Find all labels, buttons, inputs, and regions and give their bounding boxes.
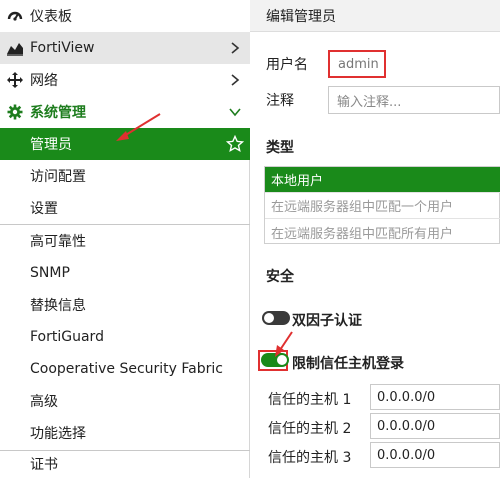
- type-option-label: 在远端服务器组中匹配一个用户: [271, 200, 454, 215]
- trusted-host-2-value: 0.0.0.0/0: [377, 418, 436, 434]
- sidebar-item-label: 系统管理: [30, 105, 86, 121]
- two-factor-toggle[interactable]: [262, 311, 290, 325]
- page-title: 编辑管理员: [250, 0, 500, 32]
- type-heading: 类型: [266, 140, 294, 156]
- sidebar-item-label: 网络: [30, 73, 58, 89]
- toggle-knob: [264, 313, 274, 323]
- edit-admin-panel: 编辑管理员 用户名 admin 注释 输入注释... 类型 本地用户 在远端服务…: [250, 0, 500, 478]
- trusted-host-3-value: 0.0.0.0/0: [377, 447, 436, 463]
- sidebar-item-label: Cooperative Security Fabric: [30, 361, 223, 377]
- sidebar-item-label: 替换信息: [30, 298, 86, 314]
- comment-placeholder: 输入注释...: [337, 94, 402, 110]
- sidebar-item-replacement-messages[interactable]: 替换信息: [0, 289, 250, 321]
- trusted-host-3-label: 信任的主机 3: [268, 450, 352, 466]
- sidebar-item-feature-select[interactable]: 功能选择: [0, 417, 250, 449]
- sidebar-item-fortiguard[interactable]: FortiGuard: [0, 321, 250, 353]
- dashboard-icon: [6, 7, 24, 25]
- type-option-label: 在远端服务器组中匹配所有用户: [271, 226, 454, 242]
- chevron-right-icon: [228, 73, 242, 87]
- star-icon[interactable]: [226, 135, 244, 153]
- app-root: 仪表板 FortiView 网络 系统管理 管理员 访问配置 设置 高可靠性 S…: [0, 0, 500, 478]
- sidebar-item-advanced[interactable]: 高级: [0, 385, 250, 417]
- sidebar-item-label: 设置: [30, 201, 58, 217]
- chevron-right-icon: [228, 41, 242, 55]
- annotation-arrow: [275, 331, 293, 357]
- security-heading: 安全: [266, 269, 294, 285]
- sidebar-item-label: 管理员: [30, 137, 72, 153]
- sidebar-item-settings[interactable]: 设置: [0, 192, 250, 224]
- trusted-host-2-field[interactable]: 0.0.0.0/0: [370, 413, 500, 439]
- sidebar-item-fortiview[interactable]: FortiView: [0, 32, 250, 64]
- trusted-host-3-field[interactable]: 0.0.0.0/0: [370, 442, 500, 468]
- sidebar-item-ha[interactable]: 高可靠性: [0, 225, 250, 257]
- gear-icon: [6, 103, 24, 121]
- sidebar-item-label: SNMP: [30, 265, 70, 281]
- username-value: admin: [338, 56, 379, 72]
- sidebar-item-access-profiles[interactable]: 访问配置: [0, 160, 250, 192]
- trusted-host-label: 限制信任主机登录: [292, 356, 404, 372]
- sidebar-item-label: 仪表板: [30, 9, 72, 25]
- chevron-down-icon: [228, 105, 242, 119]
- sidebar-item-label: FortiGuard: [30, 329, 104, 345]
- trusted-host-1-label: 信任的主机 1: [268, 392, 352, 408]
- sidebar-item-network[interactable]: 网络: [0, 64, 250, 96]
- user-type-selector: 本地用户 在远端服务器组中匹配一个用户 在远端服务器组中匹配所有用户: [264, 166, 500, 244]
- trusted-host-1-field[interactable]: 0.0.0.0/0: [370, 384, 500, 410]
- type-option-local[interactable]: 本地用户: [265, 167, 500, 193]
- sidebar-item-label: FortiView: [30, 40, 95, 56]
- two-factor-label: 双因子认证: [292, 313, 362, 329]
- sidebar-item-label: 访问配置: [30, 169, 86, 185]
- annotation-arrow: [116, 113, 161, 141]
- sidebar-item-snmp[interactable]: SNMP: [0, 257, 250, 289]
- sidebar-item-security-fabric[interactable]: Cooperative Security Fabric: [0, 353, 250, 385]
- trusted-host-1-value: 0.0.0.0/0: [377, 389, 436, 405]
- sidebar-item-dashboard[interactable]: 仪表板: [0, 0, 250, 32]
- comment-field[interactable]: 输入注释...: [328, 86, 500, 114]
- comment-label: 注释: [266, 93, 294, 109]
- username-label: 用户名: [266, 57, 308, 73]
- sidebar-item-label: 证书: [30, 457, 58, 473]
- sidebar-item-label: 功能选择: [30, 426, 86, 442]
- sidebar-item-label: 高级: [30, 394, 58, 410]
- type-option-label: 本地用户: [271, 174, 324, 189]
- trusted-host-2-label: 信任的主机 2: [268, 421, 352, 437]
- type-option-remote-all[interactable]: 在远端服务器组中匹配所有用户: [265, 219, 500, 245]
- sidebar: 仪表板 FortiView 网络 系统管理 管理员 访问配置 设置 高可靠性 S…: [0, 0, 250, 478]
- chart-icon: [6, 39, 24, 57]
- sidebar-item-certificates[interactable]: 证书: [0, 448, 250, 478]
- sidebar-item-label: 高可靠性: [30, 234, 86, 250]
- type-option-remote-one[interactable]: 在远端服务器组中匹配一个用户: [265, 193, 500, 219]
- username-field[interactable]: admin: [328, 50, 386, 78]
- move-arrows-icon: [6, 71, 24, 89]
